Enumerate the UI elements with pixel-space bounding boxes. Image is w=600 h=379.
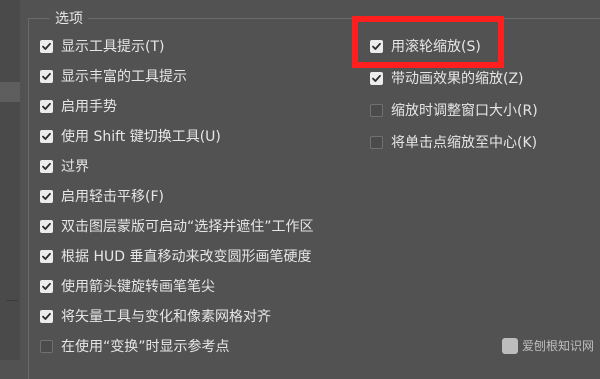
left-option-label: 双击图层蒙版可启动“选择并遮住”工作区: [61, 219, 314, 235]
right-option-label: 将单击点缩放至中心(K): [391, 135, 538, 151]
left-option-label: 使用箭头键旋转画笔笔尖: [61, 279, 215, 295]
left-option-0[interactable]: 显示工具提示(T): [40, 35, 164, 57]
left-option-6[interactable]: 双击图层蒙版可启动“选择并遮住”工作区: [40, 215, 314, 237]
options-group-title: 选项: [50, 8, 88, 28]
sidebar-divider: [6, 300, 18, 301]
right-option-1[interactable]: 带动画效果的缩放(Z): [370, 67, 524, 89]
left-option-label: 过界: [61, 159, 89, 175]
checkbox-unchecked-icon[interactable]: [370, 103, 383, 117]
checkbox-checked-icon[interactable]: [40, 309, 53, 323]
left-option-2[interactable]: 启用手势: [40, 95, 117, 117]
checkbox-checked-icon[interactable]: [40, 69, 53, 83]
watermark: 爱刨根知识网: [501, 337, 594, 354]
left-option-10[interactable]: 在使用“变换”时显示参考点: [40, 335, 230, 357]
left-option-label: 使用 Shift 键切换工具(U): [61, 129, 221, 145]
checkbox-unchecked-icon[interactable]: [370, 135, 383, 149]
left-option-9[interactable]: 将矢量工具与变化和像素网格对齐: [40, 305, 271, 327]
checkbox-checked-icon[interactable]: [370, 71, 383, 85]
right-option-label: 带动画效果的缩放(Z): [391, 71, 524, 87]
checkbox-checked-icon[interactable]: [40, 39, 53, 53]
checkbox-checked-icon[interactable]: [40, 189, 53, 203]
checkbox-checked-icon[interactable]: [40, 99, 53, 113]
left-option-label: 在使用“变换”时显示参考点: [61, 339, 230, 355]
sidebar-selected-item[interactable]: [0, 82, 20, 102]
left-option-label: 显示工具提示(T): [61, 39, 165, 55]
highlight-box: [352, 16, 504, 68]
checkbox-unchecked-icon[interactable]: [40, 339, 53, 353]
watermark-text: 爱刨根知识网: [521, 339, 594, 353]
checkbox-checked-icon[interactable]: [40, 249, 53, 263]
left-option-label: 启用手势: [61, 99, 117, 115]
checkbox-checked-icon[interactable]: [40, 219, 53, 233]
left-option-5[interactable]: 启用轻击平移(F): [40, 185, 164, 207]
left-option-label: 显示丰富的工具提示: [61, 69, 187, 85]
right-option-2[interactable]: 缩放时调整窗口大小(R): [370, 99, 538, 121]
right-option-label: 缩放时调整窗口大小(R): [391, 103, 538, 119]
watermark-logo-icon: [501, 337, 518, 354]
left-option-label: 根据 HUD 垂直移动来改变圆形画笔硬度: [61, 249, 312, 265]
right-option-3[interactable]: 将单击点缩放至中心(K): [370, 131, 537, 153]
sidebar: [0, 0, 20, 360]
left-option-4[interactable]: 过界: [40, 155, 89, 177]
left-option-1[interactable]: 显示丰富的工具提示: [40, 65, 187, 87]
left-option-7[interactable]: 根据 HUD 垂直移动来改变圆形画笔硬度: [40, 245, 311, 267]
left-option-3[interactable]: 使用 Shift 键切换工具(U): [40, 125, 221, 147]
checkbox-checked-icon[interactable]: [40, 159, 53, 173]
left-option-label: 启用轻击平移(F): [61, 189, 164, 205]
left-option-label: 将矢量工具与变化和像素网格对齐: [61, 309, 271, 325]
checkbox-checked-icon[interactable]: [40, 279, 53, 293]
left-option-8[interactable]: 使用箭头键旋转画笔笔尖: [40, 275, 215, 297]
checkbox-checked-icon[interactable]: [40, 129, 53, 143]
